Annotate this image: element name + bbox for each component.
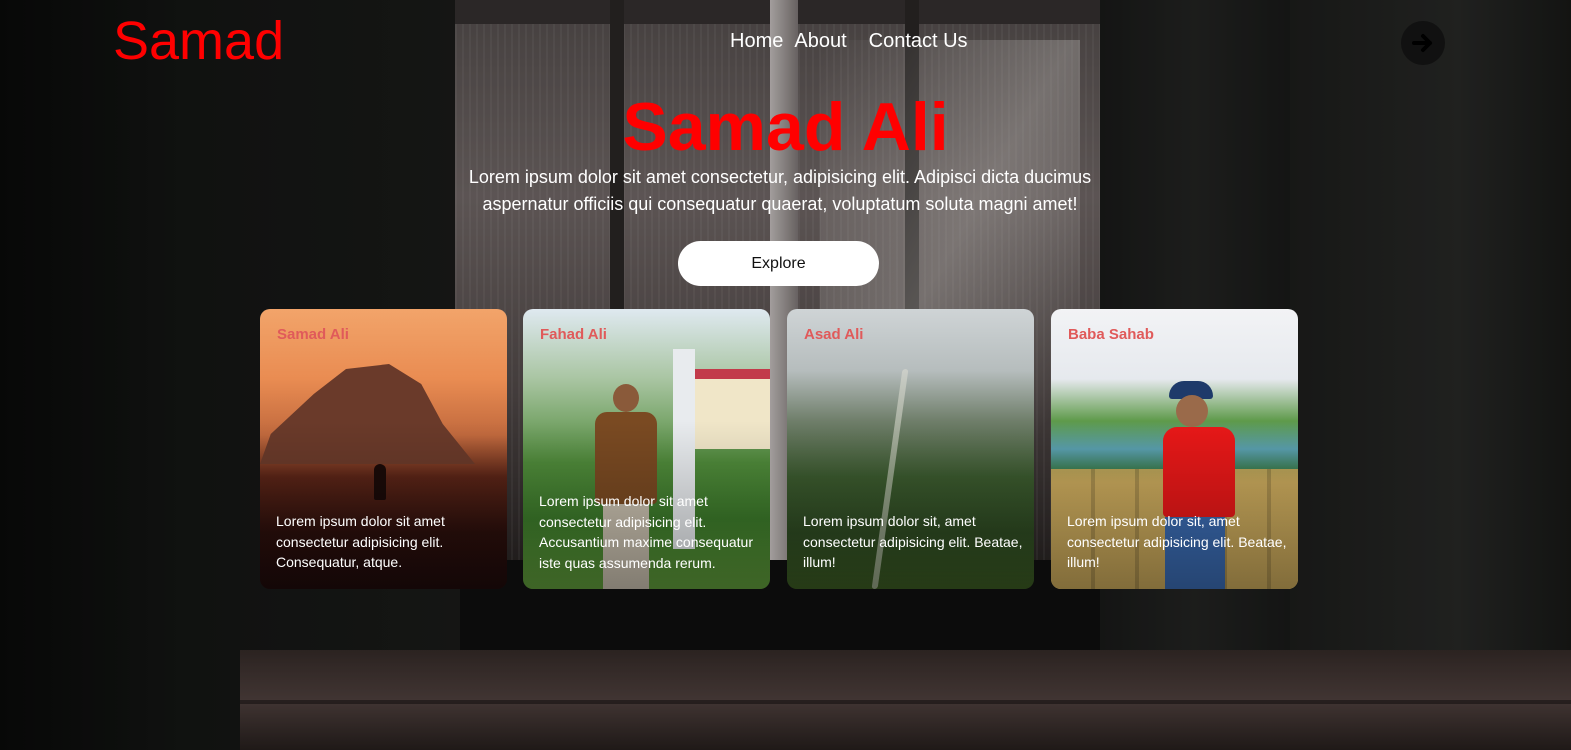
profile-card-asad[interactable]: Asad Ali Lorem ipsum dolor sit, amet con… xyxy=(787,309,1034,589)
profile-card-samad[interactable]: Samad Ali Lorem ipsum dolor sit amet con… xyxy=(260,309,507,589)
card-text: Lorem ipsum dolor sit, amet consectetur … xyxy=(1067,513,1287,570)
nav-home[interactable]: Home xyxy=(730,30,783,53)
profile-card-fahad[interactable]: Fahad Ali Lorem ipsum dolor sit amet con… xyxy=(523,309,770,589)
nav-contact[interactable]: Contact Us xyxy=(869,30,968,53)
main-nav: Home About Contact Us xyxy=(730,30,990,53)
card-title: Samad Ali xyxy=(277,326,349,343)
arrow-right-circle-icon[interactable] xyxy=(1401,21,1445,65)
card-text: Lorem ipsum dolor sit, amet consectetur … xyxy=(803,513,1023,570)
card-text: Lorem ipsum dolor sit amet consectetur a… xyxy=(276,513,445,570)
card-text: Lorem ipsum dolor sit amet consectetur a… xyxy=(539,493,753,571)
card-title: Fahad Ali xyxy=(540,326,607,343)
card-title: Asad Ali xyxy=(804,326,864,343)
card-title: Baba Sahab xyxy=(1068,326,1154,343)
site-logo[interactable]: Samad xyxy=(113,10,284,72)
profile-card-baba-sahab[interactable]: Baba Sahab Lorem ipsum dolor sit, amet c… xyxy=(1051,309,1298,589)
hero-description: Lorem ipsum dolor sit amet consectetur, … xyxy=(468,167,1092,214)
nav-about[interactable]: About xyxy=(794,30,846,53)
hero-title: Samad Ali xyxy=(622,89,949,165)
explore-button[interactable]: Explore xyxy=(678,241,879,286)
